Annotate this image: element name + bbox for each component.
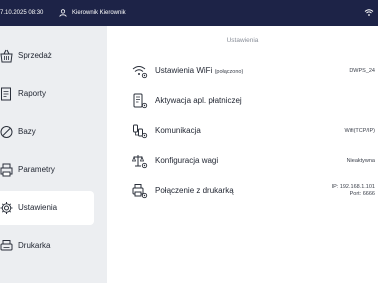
sidebar: Sprzedaż Raporty Bazy Parametry Ustawien… bbox=[0, 26, 107, 283]
settings-row-wifi[interactable]: Ustawienia WiFi (połączono) DWPS_24 bbox=[107, 56, 378, 86]
sidebar-item-label: Drukarka bbox=[18, 241, 51, 250]
sidebar-item-label: Raporty bbox=[18, 89, 47, 98]
wifi-status-icon bbox=[364, 9, 374, 16]
database-icon bbox=[0, 126, 13, 138]
sidebar-item-sprzedaz[interactable]: Sprzedaż bbox=[0, 39, 94, 73]
payment-app-icon bbox=[133, 93, 148, 109]
communication-value: Wifi(TCP/IP) bbox=[344, 128, 375, 134]
sidebar-item-parametry[interactable]: Parametry bbox=[0, 153, 94, 187]
sidebar-item-label: Parametry bbox=[18, 165, 55, 174]
page-title: Ustawienia bbox=[226, 37, 259, 44]
printer-port-value: Port: 6666 bbox=[349, 191, 375, 197]
wifi-settings-icon bbox=[132, 66, 148, 79]
printer-icon bbox=[0, 240, 13, 251]
printer-connection-icon bbox=[132, 184, 148, 199]
sidebar-item-label: Sprzedaż bbox=[18, 51, 52, 60]
report-icon bbox=[1, 87, 11, 101]
sidebar-item-label: Bazy bbox=[18, 127, 36, 136]
settings-row-payment-app[interactable]: Aktywacja apl. płatniczej bbox=[107, 86, 378, 116]
wifi-settings-title: Ustawienia WiFi bbox=[155, 66, 213, 75]
scale-icon bbox=[132, 155, 148, 169]
settings-row-scale[interactable]: Konfiguracja wagi Nieaktywna bbox=[107, 146, 378, 176]
printer-ip-value: IP: 192.168.1.101 bbox=[331, 184, 375, 190]
top-bar: 7.10.2025 08:30 Kierownik Kierownik bbox=[0, 0, 378, 26]
communication-label: Komunikacja bbox=[155, 126, 201, 135]
sidebar-item-label: Ustawienia bbox=[18, 203, 58, 212]
scale-config-label: Konfiguracja wagi bbox=[155, 156, 219, 165]
printer-params-icon bbox=[0, 163, 13, 177]
user-icon bbox=[59, 9, 67, 17]
wifi-settings-label: Ustawienia WiFi (połączono) bbox=[155, 66, 243, 77]
settings-panel: Ustawienia Ustawienia WiFi (połączono) D… bbox=[107, 26, 378, 283]
gear-icon bbox=[0, 202, 13, 214]
sidebar-item-ustawienia[interactable]: Ustawienia bbox=[0, 191, 94, 225]
printer-connection-label: Połączenie z drukarką bbox=[155, 186, 234, 195]
settings-row-communication[interactable]: Komunikacja Wifi(TCP/IP) bbox=[107, 116, 378, 146]
wifi-status-text: (połączono) bbox=[214, 69, 244, 75]
sidebar-item-bazy[interactable]: Bazy bbox=[0, 115, 94, 149]
basket-icon bbox=[0, 49, 13, 63]
settings-row-printer-connection[interactable]: Połączenie z drukarką IP: 192.168.1.101 … bbox=[107, 176, 378, 206]
scale-status-value: Nieaktywna bbox=[346, 158, 375, 164]
user-name: Kierownik Kierownik bbox=[72, 10, 126, 16]
sidebar-item-drukarka[interactable]: Drukarka bbox=[0, 229, 94, 263]
datetime: 7.10.2025 08:30 bbox=[0, 10, 44, 16]
payment-app-label: Aktywacja apl. płatniczej bbox=[155, 96, 242, 105]
communication-icon bbox=[133, 124, 148, 139]
sidebar-item-raporty[interactable]: Raporty bbox=[0, 77, 94, 111]
wifi-network-value: DWPS_24 bbox=[349, 68, 375, 74]
